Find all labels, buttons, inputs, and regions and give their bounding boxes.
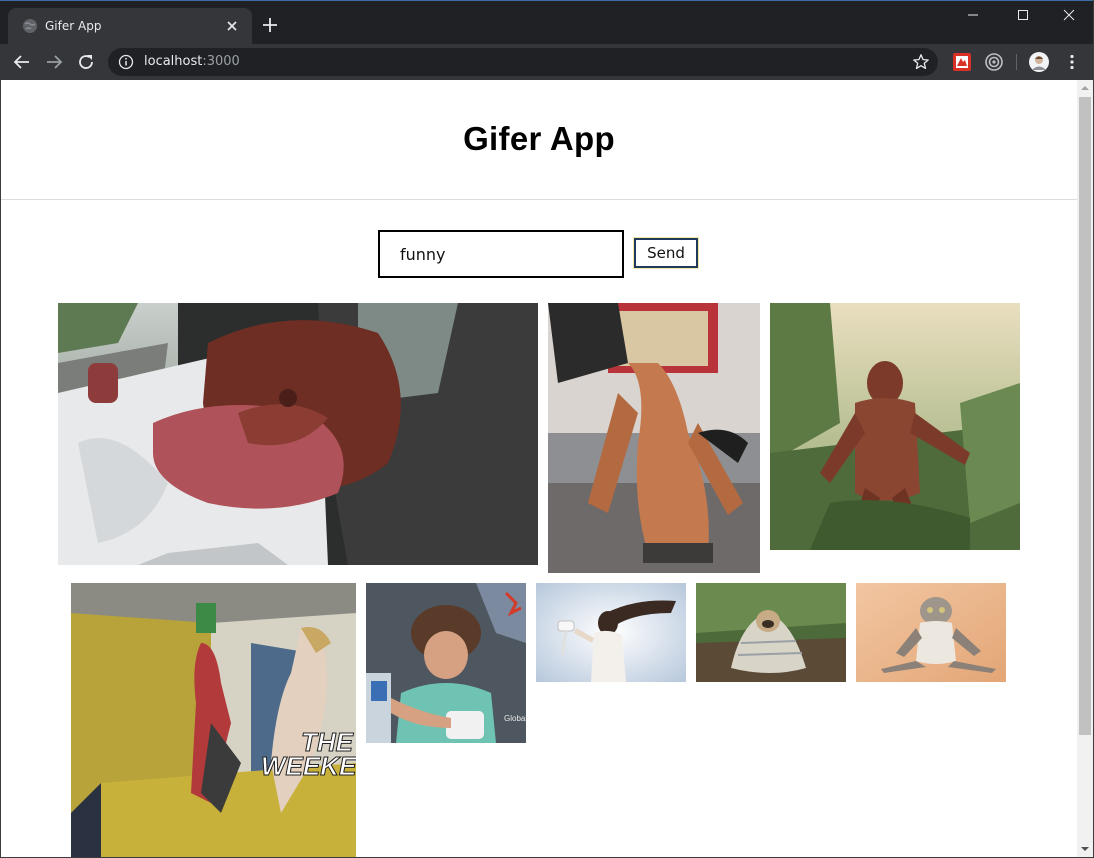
close-window-icon	[1063, 9, 1075, 21]
page-title: Gifer App	[463, 120, 615, 157]
gif-cat-sitting[interactable]	[856, 583, 1006, 682]
maximize-button[interactable]	[1000, 0, 1046, 30]
toolbar-separator	[1016, 54, 1017, 70]
scroll-down-arrow-icon[interactable]	[1077, 841, 1093, 857]
arrow-left-icon	[13, 55, 29, 69]
tab-gifer-app[interactable]: Gifer App	[8, 8, 252, 44]
page-scrollbar[interactable]	[1077, 80, 1093, 857]
scrollbar-thumb[interactable]	[1079, 97, 1091, 735]
browser-toolbar: localhost:3000	[0, 44, 1094, 80]
globe-icon	[22, 18, 38, 34]
gif-woman-laughing[interactable]: Global	[366, 583, 526, 743]
url-port: :3000	[202, 54, 240, 69]
browser-window: Gifer App localhost:3000 Gifer App funny…	[0, 0, 1094, 858]
gif-dog-in-car[interactable]	[58, 303, 538, 565]
gif-pug-blanket[interactable]	[696, 583, 846, 682]
gif-watermark: Global	[504, 714, 526, 723]
gif-hair-dryer[interactable]	[536, 583, 686, 682]
minimize-button[interactable]	[950, 0, 996, 30]
send-button[interactable]: Send	[633, 237, 699, 269]
tab-title: Gifer App	[45, 19, 102, 33]
reload-button[interactable]	[74, 50, 98, 74]
search-field[interactable]	[378, 230, 624, 278]
back-button[interactable]	[10, 50, 34, 74]
gif-handstand-person[interactable]	[548, 303, 760, 573]
scroll-up-arrow-icon[interactable]	[1077, 80, 1093, 96]
url-text: localhost:3000	[144, 53, 240, 71]
info-icon[interactable]	[118, 54, 134, 70]
arrow-right-icon	[47, 55, 63, 69]
title-bar: Gifer App	[0, 0, 1094, 44]
new-tab-button[interactable]	[261, 16, 279, 34]
reload-icon	[79, 55, 93, 69]
overlay-text-weekend: WEEKEN	[261, 751, 356, 781]
kebab-menu-icon	[1070, 54, 1074, 70]
maximize-icon	[1018, 10, 1028, 20]
menu-button[interactable]	[1060, 50, 1084, 74]
address-bar[interactable]: localhost:3000	[108, 48, 938, 76]
star-icon[interactable]	[912, 53, 930, 71]
gif-dancing-orangutan[interactable]	[770, 303, 1020, 550]
forward-button[interactable]	[42, 50, 66, 74]
gif-weekend-dance[interactable]: THE WEEKEN	[71, 583, 356, 857]
app-header: Gifer App	[1, 80, 1077, 200]
url-host: localhost	[144, 54, 203, 69]
close-window-button[interactable]	[1046, 0, 1092, 30]
window-accent-line	[0, 0, 1094, 1]
target-icon[interactable]	[984, 52, 1004, 72]
minimize-icon	[968, 14, 978, 16]
plus-icon	[263, 18, 277, 32]
window-border-left	[0, 80, 1, 858]
avatar[interactable]	[1029, 52, 1049, 72]
page-viewport: Gifer App Send	[1, 80, 1077, 857]
search-input[interactable]	[400, 243, 610, 265]
close-icon[interactable]	[224, 18, 240, 34]
extension-icon[interactable]	[952, 52, 972, 72]
